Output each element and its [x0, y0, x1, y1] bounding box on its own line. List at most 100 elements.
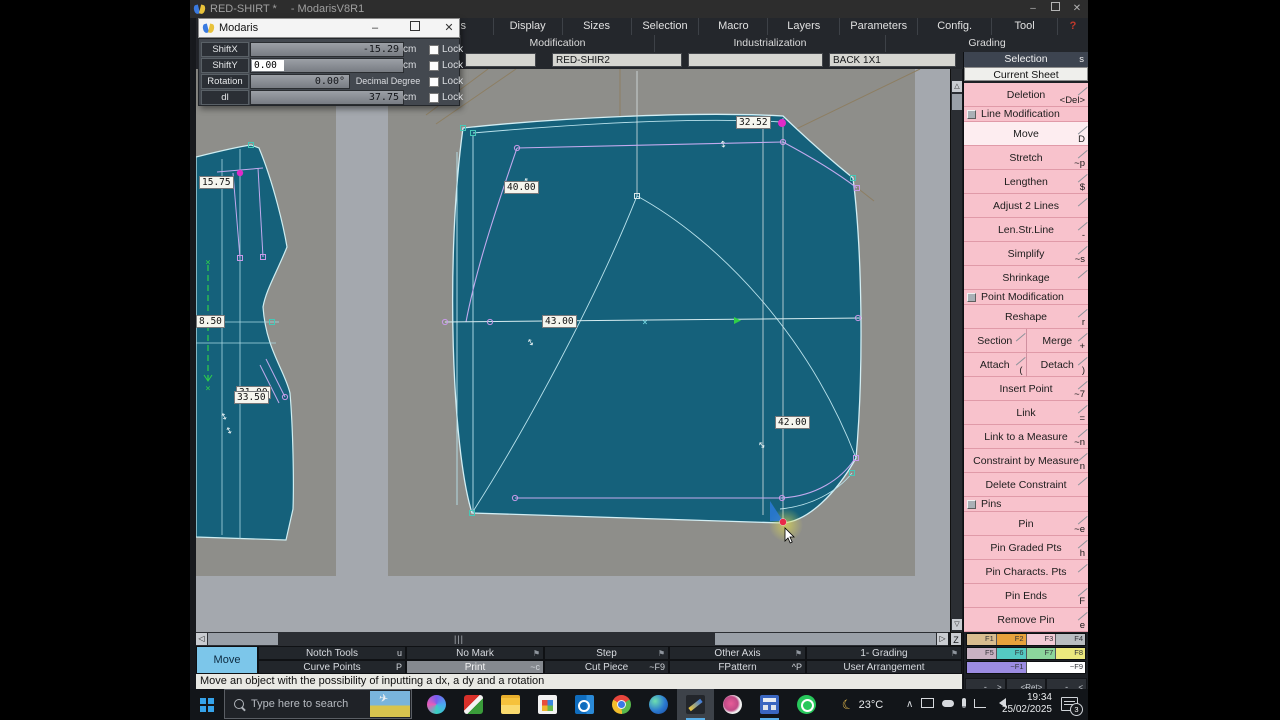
menu-item-parameters[interactable]: Parameters — [839, 18, 917, 35]
horizontal-scroll-thumb-a[interactable] — [208, 633, 278, 645]
toolbar-button-fpattern[interactable]: FPattern ^P — [669, 660, 806, 674]
taskbar-icon-photos[interactable] — [455, 689, 492, 720]
microphone-icon[interactable] — [962, 698, 967, 711]
toolbar-button-user-arrangement[interactable]: User Arrangement — [806, 660, 962, 674]
sidebar-item-deletion[interactable]: Deletion <Del> — [964, 83, 1088, 107]
cloud-icon[interactable] — [942, 699, 955, 710]
palette-swatch-f2[interactable]: F2 — [996, 634, 1027, 645]
dialog-field-label-shiftx[interactable]: ShiftX — [201, 42, 249, 57]
help-menu[interactable]: ? — [1057, 18, 1088, 35]
scroll-right-button[interactable]: ▷ — [937, 633, 948, 645]
taskbar-icon-file-explorer[interactable] — [492, 689, 529, 720]
dialog-lock-toggle[interactable]: Lock — [429, 74, 463, 89]
sidebar-item-stretch[interactable]: Stretch ~p — [964, 146, 1088, 170]
dialog-input-rotation[interactable]: 0.00° — [250, 74, 350, 89]
scroll-down-button[interactable]: ▽ — [952, 619, 962, 630]
taskbar-icon-microsoft-store[interactable] — [529, 689, 566, 720]
dialog-minimize-button[interactable]: – — [365, 19, 385, 39]
taskbar-icon-outlook[interactable] — [566, 689, 603, 720]
dialog-title-bar[interactable]: Modaris – ✕ — [198, 18, 460, 38]
lock-checkbox-icon[interactable] — [429, 44, 439, 55]
dialog-input-shifty[interactable]: 0.00 — [250, 58, 404, 73]
menu-item-macro[interactable]: Macro — [698, 18, 767, 35]
sidebar-item-insert-point[interactable]: Insert Point ~7 — [964, 377, 1088, 401]
sidebar-item-link[interactable]: Link = — [964, 401, 1088, 425]
minimize-button[interactable]: – — [1022, 0, 1044, 18]
palette-swatch-f3[interactable]: F3 — [1026, 634, 1057, 645]
close-button[interactable]: ✕ — [1066, 0, 1088, 18]
palette-swatch-f8[interactable]: F8 — [1056, 648, 1085, 659]
toolbar-button-no-mark[interactable]: No Mark ⚑ — [406, 646, 544, 660]
dialog-lock-toggle[interactable]: Lock — [429, 42, 463, 57]
move-tool-button[interactable]: Move — [196, 646, 258, 674]
sidebar-item-constraint-by-measure[interactable]: Constraint by Measure n — [964, 449, 1088, 473]
sidebar-item-link-to-a-measure[interactable]: Link to a Measure ~n — [964, 425, 1088, 449]
sidebar-item-detach[interactable]: Detach) — [1026, 353, 1088, 377]
toolbar-button-print[interactable]: Print ~c — [406, 660, 544, 674]
scroll-grip[interactable]: ||| — [454, 633, 464, 645]
taskbar-clock[interactable]: 19:34 25/02/2025 — [1002, 692, 1052, 716]
sidebar-item-delete-constraint[interactable]: Delete Constraint — [964, 473, 1088, 497]
dialog-lock-toggle[interactable]: Lock — [429, 58, 463, 73]
selected-point[interactable] — [779, 518, 787, 526]
taskbar-icon-edge[interactable] — [640, 689, 677, 720]
dialog-field-label-rotation[interactable]: Rotation — [201, 74, 249, 89]
dialog-field-label-dl[interactable]: dl — [201, 90, 249, 105]
palette-swatch-f7[interactable]: F7 — [1026, 648, 1057, 659]
tab-modification[interactable]: Modification — [460, 35, 654, 52]
toolbar-button-cut-piece[interactable]: Cut Piece ~F9 — [544, 660, 669, 674]
vertical-scrollbar[interactable]: △ ▽ — [950, 69, 962, 632]
sidebar-item-remove-pin[interactable]: Remove Pin e — [964, 608, 1088, 632]
sidebar-item-reshape[interactable]: Reshape r — [964, 305, 1088, 329]
tab-grading[interactable]: Grading — [885, 35, 1088, 52]
checkbox-icon[interactable] — [967, 292, 976, 302]
variant-name-field[interactable]: BACK 1X1 — [829, 53, 956, 67]
toolbar-button-curve-points[interactable]: Curve Points P — [258, 660, 406, 674]
palette-swatch-f6[interactable]: F6 — [996, 648, 1027, 659]
sidebar-item-section[interactable]: Section — [964, 329, 1027, 353]
lock-checkbox-icon[interactable] — [429, 60, 439, 71]
pivot-point[interactable] — [778, 119, 786, 127]
network-icon[interactable] — [974, 698, 987, 711]
pattern-piece-back[interactable]: × ↕ ↕ ↕ ↕ — [441, 71, 863, 542]
sheet-field-1[interactable] — [465, 53, 536, 67]
horizontal-scrollbar[interactable]: ◁ ||| ▷ — [196, 632, 948, 646]
taskbar-icon-whatsapp[interactable] — [788, 689, 825, 720]
palette-swatch-f4[interactable]: F4 — [1056, 634, 1085, 645]
modaris-dialog[interactable]: Modaris – ✕ ShiftX -15.29 cm Lock ShiftY 0.00… — [198, 18, 463, 106]
tab-industrialization[interactable]: Industrialization — [654, 35, 885, 52]
dialog-input-dl[interactable]: 37.75 — [250, 90, 404, 105]
palette-swatch-f1[interactable]: F1 — [967, 634, 997, 645]
sidebar-section-line-modification[interactable]: Line Modification — [964, 107, 1088, 122]
checkbox-icon[interactable] — [967, 499, 976, 509]
sidebar-item-simplify[interactable]: Simplify ~s — [964, 242, 1088, 266]
sidebar-item-pin-graded-pts[interactable]: Pin Graded Pts h — [964, 536, 1088, 560]
notification-icon[interactable]: 3 — [1061, 697, 1083, 716]
taskbar-icon-modaris-alt[interactable] — [714, 689, 751, 720]
sidebar-item-adjust-2-lines[interactable]: Adjust 2 Lines — [964, 194, 1088, 218]
sidebar-section-pins[interactable]: Pins — [964, 497, 1088, 512]
checkbox-icon[interactable] — [967, 109, 976, 119]
sidebar-item-len-str-line[interactable]: Len.Str.Line - — [964, 218, 1088, 242]
sidebar-item-lengthen[interactable]: Lengthen $ — [964, 170, 1088, 194]
tablet-icon[interactable] — [921, 698, 935, 711]
sidebar-item-pin-characts-pts[interactable]: Pin Characts. Pts — [964, 560, 1088, 584]
vertical-scroll-thumb[interactable] — [952, 94, 962, 110]
sidebar-item-pin-ends[interactable]: Pin Ends F — [964, 584, 1088, 608]
taskbar-search[interactable]: Type here to search ✈ — [224, 689, 412, 719]
tray-expand-icon[interactable]: ∧ — [906, 699, 913, 710]
sidebar-header-selection[interactable]: Selection s — [964, 52, 1088, 67]
maximize-button[interactable] — [1044, 0, 1066, 18]
toolbar-button-1-grading[interactable]: 1- Grading ⚑ — [806, 646, 962, 660]
palette-swatch-f9[interactable]: ~F9 — [1026, 662, 1085, 673]
menu-item-config[interactable]: Config. — [917, 18, 991, 35]
menu-item-layers[interactable]: Layers — [767, 18, 839, 35]
palette-swatch-f5[interactable]: F5 — [967, 648, 997, 659]
piece-name-field[interactable]: RED-SHIR2 — [552, 53, 682, 67]
dialog-edit-value[interactable]: 0.00 — [252, 60, 284, 71]
toolbar-button-step[interactable]: Step ⚑ — [544, 646, 669, 660]
dialog-input-shiftx[interactable]: -15.29 — [250, 42, 404, 57]
sidebar-section-point-modification[interactable]: Point Modification — [964, 290, 1088, 305]
palette-swatch-f1[interactable]: ~F1 — [967, 662, 1027, 673]
start-button[interactable] — [200, 698, 214, 712]
